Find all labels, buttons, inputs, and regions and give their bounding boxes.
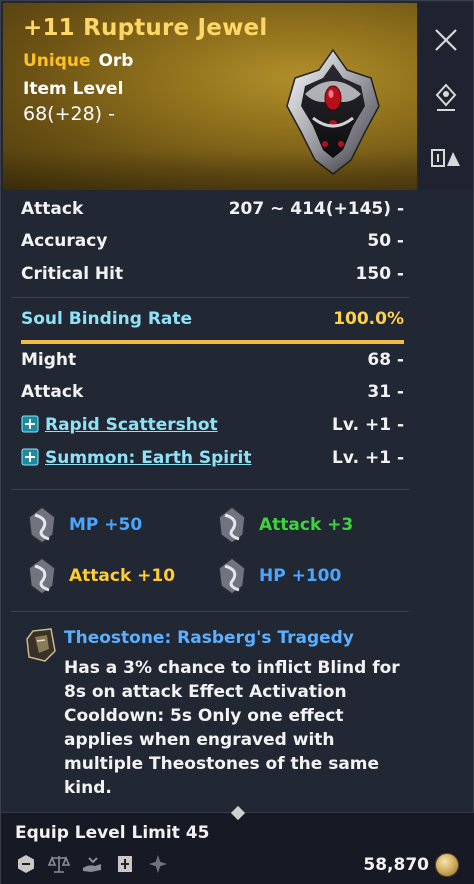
theostone-description: Has a 3% chance to inflict Blind for 8s … bbox=[64, 658, 400, 798]
stat-row-critical-hit: Critical Hit 150 - bbox=[21, 264, 404, 290]
skill-link-rapid-scattershot[interactable]: Rapid Scattershot bbox=[45, 415, 218, 435]
grade-line: Unique Orb bbox=[23, 51, 133, 71]
engraving-attack-small: Attack +3 bbox=[215, 505, 353, 545]
engraving-gem-icon bbox=[28, 506, 56, 544]
tooltip-footer: Equip Level Limit 45 58,870 bbox=[1, 805, 474, 884]
skill-row-summon-earth-spirit: Summon: Earth Spirit Lv. +1 - bbox=[21, 448, 404, 474]
item-grade: Unique bbox=[23, 51, 91, 71]
stat-label: Critical Hit bbox=[21, 264, 124, 284]
stat-value: 31 - bbox=[367, 382, 404, 402]
soul-binding-value: 100.0% bbox=[333, 309, 404, 329]
close-button[interactable] bbox=[427, 21, 465, 59]
hexagon-icon bbox=[15, 853, 37, 875]
pin-icon bbox=[435, 83, 457, 111]
divider bbox=[11, 611, 409, 612]
footer-notch bbox=[230, 805, 246, 821]
engraving-text: HP +100 bbox=[259, 566, 342, 586]
stat-label: Attack bbox=[21, 382, 84, 402]
stat-value: 150 - bbox=[355, 264, 404, 284]
item-name: +11 Rupture Jewel bbox=[23, 15, 268, 41]
close-icon bbox=[435, 29, 457, 51]
orb-item-image bbox=[286, 48, 380, 175]
engraving-text: Attack +3 bbox=[259, 515, 354, 535]
equip-level-limit: Equip Level Limit 45 bbox=[15, 823, 210, 843]
divider bbox=[11, 297, 409, 298]
stat-value: 207 ~ 414(+145) - bbox=[228, 199, 404, 219]
divider bbox=[11, 489, 409, 490]
stat-row-attack: Attack 207 ~ 414(+145) - bbox=[21, 199, 404, 225]
skill-link-summon-earth-spirit[interactable]: Summon: Earth Spirit bbox=[45, 448, 251, 468]
theostone-title: Theostone: Rasberg's Tragedy bbox=[64, 628, 354, 648]
engraving-gem-icon bbox=[218, 506, 246, 544]
stat-value: 68 - bbox=[367, 350, 404, 370]
tooltip-sidebar bbox=[419, 3, 473, 190]
compare-button[interactable] bbox=[427, 139, 465, 177]
item-header: +11 Rupture Jewel Unique Orb Item Level … bbox=[3, 3, 417, 190]
skill-level: Lv. +1 - bbox=[332, 415, 404, 435]
engraving-text: MP +50 bbox=[69, 515, 143, 535]
item-tooltip: +11 Rupture Jewel Unique Orb Item Level … bbox=[0, 0, 474, 884]
soul-binding-fill bbox=[21, 340, 404, 344]
star-icon bbox=[147, 853, 169, 875]
skill-level: Lv. +1 - bbox=[332, 448, 404, 468]
stat-row-attack-bonus: Attack 31 - bbox=[21, 382, 404, 408]
item-level-value: 68(+28) - bbox=[23, 103, 115, 125]
theostone-icon bbox=[26, 628, 56, 662]
item-property-icons bbox=[15, 853, 169, 875]
soul-binding-bar bbox=[21, 340, 404, 344]
stat-row-might: Might 68 - bbox=[21, 350, 404, 376]
stat-label: Accuracy bbox=[21, 231, 108, 251]
compare-icon bbox=[431, 149, 460, 167]
stat-value: 50 - bbox=[367, 231, 404, 251]
soul-binding-label: Soul Binding Rate bbox=[21, 309, 193, 329]
sell-price: 58,870 bbox=[363, 855, 429, 875]
stat-label: Attack bbox=[21, 199, 84, 219]
item-level-label: Item Level bbox=[23, 79, 124, 99]
skill-label-wrap: Rapid Scattershot bbox=[21, 415, 218, 435]
soul-binding-row: Soul Binding Rate 100.0% bbox=[21, 309, 404, 335]
skill-book-icon bbox=[21, 448, 39, 466]
pin-button[interactable] bbox=[427, 79, 465, 117]
hand-icon bbox=[81, 853, 103, 875]
gold-coin-icon bbox=[435, 853, 459, 877]
skill-book-icon bbox=[21, 415, 39, 433]
scale-icon bbox=[48, 853, 70, 875]
engraving-attack-large: Attack +10 bbox=[25, 556, 175, 596]
stat-label: Might bbox=[21, 350, 77, 370]
item-type: Orb bbox=[98, 51, 134, 71]
stat-row-accuracy: Accuracy 50 - bbox=[21, 231, 404, 257]
skill-label-wrap: Summon: Earth Spirit bbox=[21, 448, 251, 468]
engraving-hp: HP +100 bbox=[215, 556, 341, 596]
engraving-gem-icon bbox=[218, 557, 246, 595]
engraving-mp: MP +50 bbox=[25, 505, 142, 545]
book-icon bbox=[114, 853, 136, 875]
engraving-gem-icon bbox=[28, 557, 56, 595]
skill-row-rapid-scattershot: Rapid Scattershot Lv. +1 - bbox=[21, 415, 404, 441]
engraving-text: Attack +10 bbox=[69, 566, 176, 586]
